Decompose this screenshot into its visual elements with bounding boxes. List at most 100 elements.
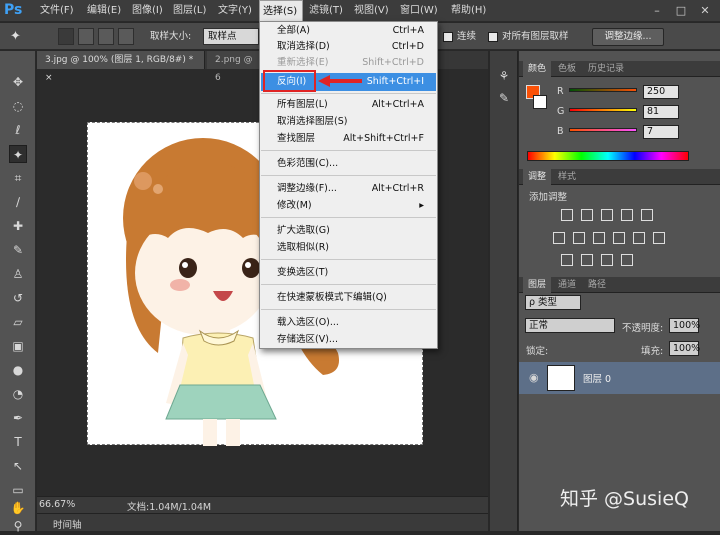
- all-layers-checkbox[interactable]: [488, 32, 498, 42]
- tab-styles[interactable]: 样式: [553, 169, 581, 185]
- color-spectrum[interactable]: [527, 151, 689, 161]
- menu-item-reselect[interactable]: 重新选择(E) Shift+Ctrl+D: [261, 55, 436, 71]
- tab-channels[interactable]: 通道: [553, 277, 581, 293]
- new-selection-icon[interactable]: [58, 28, 74, 45]
- tab-swatches[interactable]: 色板: [553, 61, 581, 77]
- curves-icon[interactable]: [601, 209, 613, 221]
- hand-tool-icon[interactable]: ✋: [9, 499, 27, 517]
- marquee-tool-icon[interactable]: ◌: [9, 97, 27, 115]
- color-balance-icon[interactable]: [573, 232, 585, 244]
- refine-edge-button[interactable]: 调整边缘...: [592, 28, 664, 46]
- gradient-map-icon[interactable]: [621, 254, 633, 266]
- menu-item-refine-edge[interactable]: 调整边缘(F)... Alt+Ctrl+R: [261, 181, 436, 197]
- menu-window[interactable]: 窗口(W): [397, 0, 441, 22]
- timeline-label[interactable]: 时间轴: [53, 517, 82, 531]
- eraser-tool-icon[interactable]: ▱: [9, 313, 27, 331]
- menu-item-transform-selection[interactable]: 变换选区(T): [261, 265, 436, 281]
- gradient-tool-icon[interactable]: ▣: [9, 337, 27, 355]
- tab-3jpg[interactable]: 3.jpg @ 100% (图层 1, RGB/8#) * ×: [37, 51, 205, 83]
- zoom-level[interactable]: 66.67%: [39, 499, 75, 510]
- b-value[interactable]: 7: [643, 125, 679, 139]
- r-value[interactable]: 250: [643, 85, 679, 99]
- background-color-swatch[interactable]: [533, 95, 547, 109]
- tab-layers[interactable]: 图层: [523, 277, 552, 293]
- layer-row[interactable]: ◉ 图层 0: [519, 362, 720, 394]
- menu-select[interactable]: 选择(S): [259, 0, 303, 22]
- move-tool-icon[interactable]: ✥: [9, 73, 27, 91]
- menu-item-save-selection[interactable]: 存储选区(V)...: [261, 332, 436, 348]
- subtract-selection-icon[interactable]: [98, 28, 114, 45]
- channel-mixer-icon[interactable]: [633, 232, 645, 244]
- type-tool-icon[interactable]: T: [9, 433, 27, 451]
- blur-tool-icon[interactable]: ●: [9, 361, 27, 379]
- maximize-icon[interactable]: □: [670, 2, 692, 19]
- eye-visibility-icon[interactable]: ◉: [529, 371, 539, 384]
- magic-wand-tool-icon[interactable]: ✦: [9, 145, 27, 163]
- menu-item-modify[interactable]: 修改(M) ▸: [261, 198, 436, 214]
- menu-item-all-layers[interactable]: 所有图层(L) Alt+Ctrl+A: [261, 97, 436, 113]
- stamp-tool-icon[interactable]: ♙: [9, 265, 27, 283]
- sample-size-select[interactable]: 取样点: [203, 28, 259, 45]
- pen-tool-icon[interactable]: ✒: [9, 409, 27, 427]
- healing-tool-icon[interactable]: ✚: [9, 217, 27, 235]
- menu-edit[interactable]: 编辑(E): [84, 0, 124, 22]
- tab-adjustments[interactable]: 调整: [523, 169, 552, 185]
- menu-file[interactable]: 文件(F): [37, 0, 77, 22]
- g-value[interactable]: 81: [643, 105, 679, 119]
- brush-tool-icon[interactable]: ✎: [9, 241, 27, 259]
- g-slider[interactable]: [569, 108, 637, 112]
- opacity-input[interactable]: 100%: [669, 318, 700, 333]
- posterize-icon[interactable]: [581, 254, 593, 266]
- brush-preset-icon[interactable]: ✎: [495, 89, 513, 107]
- path-select-icon[interactable]: ↖: [9, 457, 27, 475]
- eyedropper-tool-icon[interactable]: ∕: [9, 193, 27, 211]
- threshold-icon[interactable]: [601, 254, 613, 266]
- add-selection-icon[interactable]: [78, 28, 94, 45]
- levels-icon[interactable]: [581, 209, 593, 221]
- menu-help[interactable]: 帮助(H): [448, 0, 489, 22]
- menu-item-deselect-layers[interactable]: 取消选择图层(S): [261, 114, 436, 130]
- hue-saturation-icon[interactable]: [553, 232, 565, 244]
- menu-layer[interactable]: 图层(L): [170, 0, 209, 22]
- brightness-icon[interactable]: [561, 209, 573, 221]
- color-lookup-icon[interactable]: [653, 232, 665, 244]
- menu-image[interactable]: 图像(I): [129, 0, 166, 22]
- menu-item-grow[interactable]: 扩大选取(G): [261, 223, 436, 239]
- fill-input[interactable]: 100%: [669, 341, 700, 356]
- tab-history[interactable]: 历史记录: [583, 61, 629, 77]
- menu-item-all[interactable]: 全部(A) Ctrl+A: [261, 23, 436, 39]
- menu-type[interactable]: 文字(Y): [215, 0, 255, 22]
- tab-2png[interactable]: 2.png @ 6: [207, 51, 267, 83]
- menu-item-deselect[interactable]: 取消选择(D) Ctrl+D: [261, 39, 436, 55]
- tab-close-icon[interactable]: ×: [45, 73, 53, 83]
- lasso-tool-icon[interactable]: ℓ: [9, 121, 27, 139]
- intersect-selection-icon[interactable]: [118, 28, 134, 45]
- tab-color[interactable]: 颜色: [523, 61, 552, 77]
- tab-paths[interactable]: 路径: [583, 277, 611, 293]
- crop-tool-icon[interactable]: ⌗: [9, 169, 27, 187]
- black-white-icon[interactable]: [593, 232, 605, 244]
- zoom-tool-icon[interactable]: ⚲: [9, 517, 27, 535]
- menu-item-find-layers[interactable]: 查找图层 Alt+Shift+Ctrl+F: [261, 131, 436, 147]
- b-slider[interactable]: [569, 128, 637, 132]
- vibrance-icon[interactable]: [641, 209, 653, 221]
- dodge-tool-icon[interactable]: ◔: [9, 385, 27, 403]
- layer-name[interactable]: 图层 0: [583, 371, 611, 385]
- menu-item-load-selection[interactable]: 载入选区(O)...: [261, 315, 436, 331]
- menu-item-quick-mask[interactable]: 在快速蒙板模式下编辑(Q): [261, 290, 436, 306]
- history-brush-icon[interactable]: ↺: [9, 289, 27, 307]
- menu-item-similar[interactable]: 选取相似(R): [261, 240, 436, 256]
- layer-filter-select[interactable]: ρ 类型: [525, 295, 581, 310]
- close-icon[interactable]: ✕: [694, 2, 716, 19]
- menu-view[interactable]: 视图(V): [351, 0, 392, 22]
- menu-filter[interactable]: 滤镜(T): [306, 0, 346, 22]
- exposure-icon[interactable]: [621, 209, 633, 221]
- r-slider[interactable]: [569, 88, 637, 92]
- invert-icon[interactable]: [561, 254, 573, 266]
- minimize-icon[interactable]: –: [646, 2, 668, 19]
- history-icon[interactable]: ⚘: [495, 67, 513, 85]
- magic-wand-icon[interactable]: ✦: [10, 28, 21, 45]
- shape-tool-icon[interactable]: ▭: [9, 481, 27, 499]
- menu-item-color-range[interactable]: 色彩范围(C)...: [261, 156, 436, 172]
- photo-filter-icon[interactable]: [613, 232, 625, 244]
